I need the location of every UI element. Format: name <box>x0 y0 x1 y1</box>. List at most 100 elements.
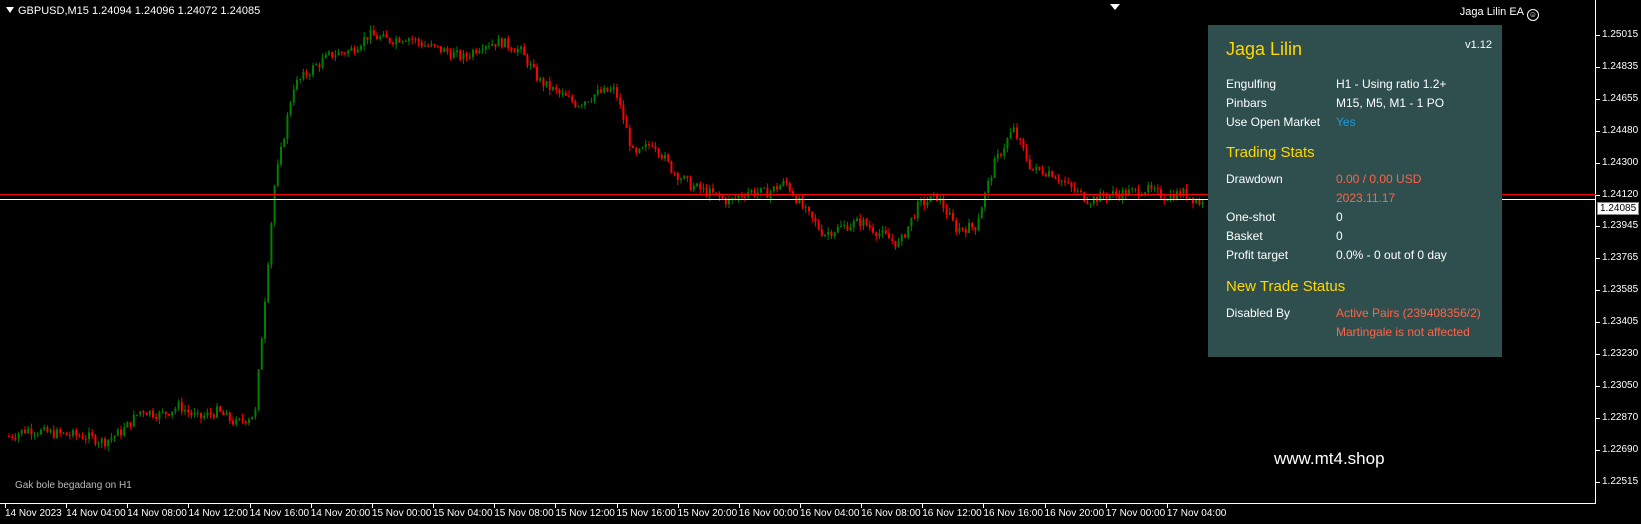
price-axis[interactable]: 1.25015 1.24835 1.24655 1.24480 1.24300 1.241… <box>1595 0 1641 504</box>
candle-body <box>814 217 817 222</box>
symbol-info-text: GBPUSD,M15 1.24094 1.24096 1.24072 1.240… <box>18 5 261 17</box>
setting-value-open-market: Yes <box>1336 115 1356 129</box>
candle-body <box>673 172 676 174</box>
candle-body <box>558 89 561 94</box>
profit-target-value: 0.0% - 0 out of 0 day <box>1336 248 1447 262</box>
candle-body <box>497 38 500 47</box>
candle-body <box>808 206 810 212</box>
candle-body <box>395 38 398 44</box>
candle-body <box>84 438 87 440</box>
candle-body <box>331 51 334 57</box>
ea-label[interactable]: Jaga Lilin EA ☺ <box>1460 6 1539 21</box>
candle-body <box>1080 190 1082 193</box>
candle-body <box>600 89 602 93</box>
candle-body <box>1032 168 1034 171</box>
candle-body <box>123 427 126 436</box>
time-tick: 16 Nov 08:00 <box>861 504 921 519</box>
dropdown-triangle-icon[interactable] <box>6 7 14 13</box>
time-axis[interactable]: 14 Nov 2023 14 Nov 04:00 14 Nov 08:00 14 No… <box>0 504 1596 524</box>
candle-body <box>1009 132 1012 139</box>
candle-body <box>817 221 820 230</box>
candle-body <box>337 51 340 56</box>
candle-body <box>536 67 538 81</box>
candle-body <box>635 147 638 153</box>
candle-body <box>440 46 442 53</box>
candle-body <box>334 55 337 57</box>
candle-body <box>1076 190 1079 192</box>
candle-body <box>14 437 17 439</box>
candle-body <box>1038 166 1041 170</box>
candle-body <box>132 414 135 427</box>
candle-body <box>136 414 138 416</box>
candle-body <box>145 412 148 415</box>
price-tick: 1.24835 <box>1595 60 1639 72</box>
candle-body <box>958 227 961 233</box>
candle-body <box>369 30 372 40</box>
candle-body <box>88 432 90 439</box>
candle-body <box>920 199 922 202</box>
candle-body <box>1000 153 1002 156</box>
candle-body <box>436 45 439 47</box>
candle-body <box>1073 186 1076 191</box>
candle-body <box>174 408 177 412</box>
candle-body <box>1182 188 1185 197</box>
candle-body <box>990 177 993 181</box>
candle-body <box>1028 159 1031 169</box>
candle-body <box>283 138 286 147</box>
candle-body <box>398 38 401 43</box>
time-tick: 16 Nov 12:00 <box>922 504 982 519</box>
candle-body <box>1064 180 1066 183</box>
candle-body <box>430 44 433 47</box>
candle-body <box>987 180 990 193</box>
candle-body <box>100 438 103 444</box>
candle-body <box>392 42 394 44</box>
candle-body <box>222 411 225 416</box>
candle-body <box>273 185 276 224</box>
candle-body <box>59 429 62 433</box>
candle-body <box>171 411 174 416</box>
candle-body <box>712 188 714 193</box>
candle-body <box>1201 202 1204 205</box>
candle-body <box>289 102 292 115</box>
candle-body <box>660 154 663 159</box>
candle-body <box>433 44 436 46</box>
candle-body <box>264 301 266 339</box>
candle-body <box>894 240 897 247</box>
new-trade-status-title: New Trade Status <box>1226 278 1346 295</box>
candle-body <box>686 176 689 178</box>
candle-body <box>830 231 833 237</box>
candle-body <box>356 49 359 53</box>
candle-body <box>833 232 836 237</box>
chart-shift-marker-icon[interactable] <box>1110 4 1120 10</box>
candle-body <box>782 180 785 186</box>
candle-body <box>603 87 606 93</box>
candle-body <box>260 338 263 370</box>
candle-body <box>1006 138 1009 149</box>
candle-body <box>152 410 154 417</box>
chart-area[interactable]: GBPUSD,M15 1.24094 1.24096 1.24072 1.240… <box>0 0 1596 504</box>
candle-body <box>449 51 452 59</box>
candle-body <box>312 65 314 75</box>
candle-body <box>270 223 273 265</box>
candle-body <box>120 429 122 436</box>
basket-label: Basket <box>1226 229 1263 243</box>
candle-body <box>1166 200 1169 202</box>
candle-body <box>507 38 510 48</box>
candle-body <box>94 435 97 445</box>
price-tick: 1.22690 <box>1595 443 1639 455</box>
time-tick: 14 Nov 12:00 <box>188 504 248 519</box>
time-tick: 14 Nov 20:00 <box>310 504 371 519</box>
candle-body <box>388 37 391 43</box>
candle-body <box>196 412 199 414</box>
candle-body <box>33 434 36 436</box>
candle-body <box>168 413 170 416</box>
candle-body <box>1153 188 1156 190</box>
candle-body <box>827 231 830 235</box>
candle-body <box>1051 171 1054 177</box>
candle-body <box>539 78 542 81</box>
time-tick: 17 Nov 00:00 <box>1105 504 1166 519</box>
candle-body <box>78 435 81 437</box>
candle-body <box>251 416 254 420</box>
candle-body <box>913 217 916 219</box>
candle-body <box>459 50 462 60</box>
